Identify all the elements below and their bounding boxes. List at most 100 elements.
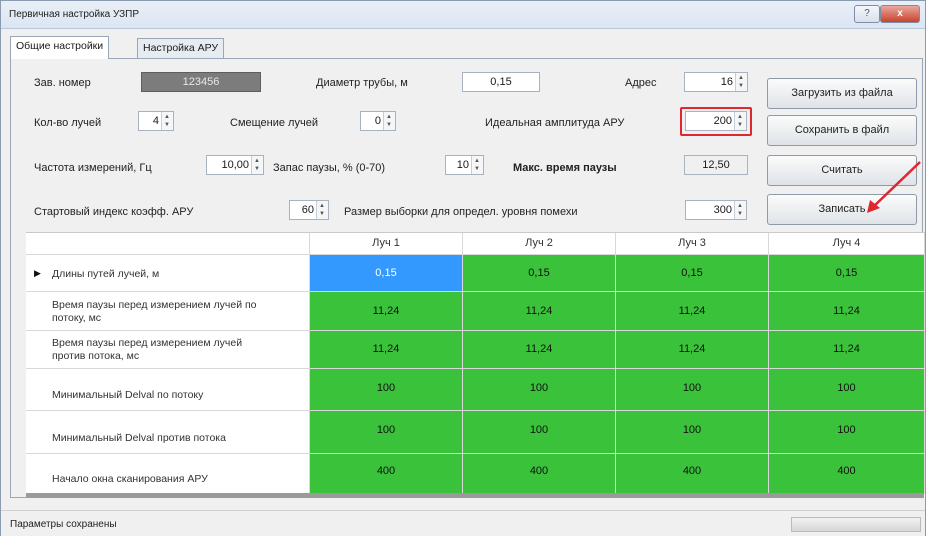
row-label: Время паузы перед измерением лучей проти… — [52, 337, 243, 362]
read-button[interactable]: Считать — [767, 155, 917, 186]
table-cell[interactable]: 11,24 — [616, 292, 769, 331]
freq-spin-buttons[interactable]: ▲ ▼ — [251, 156, 263, 174]
table-cell[interactable]: 11,24 — [310, 292, 463, 331]
table-cell[interactable]: 100 — [463, 369, 616, 411]
spin-down-icon[interactable]: ▼ — [254, 165, 260, 173]
spin-up-icon[interactable]: ▲ — [738, 74, 744, 82]
title-bar: Первичная настройка УЗПР ? x — [1, 1, 925, 29]
sample-size-spin-buttons[interactable]: ▲ ▼ — [734, 201, 746, 219]
spin-up-icon[interactable]: ▲ — [737, 202, 743, 210]
table-cell[interactable]: 100 — [769, 411, 925, 454]
spin-down-icon[interactable]: ▼ — [164, 121, 170, 129]
spin-down-icon[interactable]: ▼ — [474, 165, 480, 173]
offset-spin-buttons[interactable]: ▲ ▼ — [383, 112, 395, 130]
table-cell[interactable]: 100 — [463, 411, 616, 454]
table-cell[interactable]: 400 — [463, 454, 616, 494]
progress-bar — [791, 517, 921, 532]
row-label: Длины путей лучей, м — [52, 268, 160, 280]
table-cell[interactable]: 0,15 — [463, 255, 616, 292]
address-label: Адрес — [625, 77, 657, 89]
spin-down-icon[interactable]: ▼ — [386, 121, 392, 129]
row-header-agc-window-start[interactable]: Начало окна сканирования АРУ — [26, 454, 310, 494]
column-header-beam-2[interactable]: Луч 2 — [463, 233, 616, 255]
pause-reserve-value: 10 — [456, 159, 469, 171]
row-label: Начало окна сканирования АРУ — [52, 473, 208, 485]
current-row-icon: ▶ — [34, 268, 41, 278]
offset-value: 0 — [374, 115, 381, 127]
main-window: Первичная настройка УЗПР ? x Общие настр… — [0, 0, 926, 536]
pause-reserve-spin-buttons[interactable]: ▲ ▼ — [471, 156, 483, 174]
table-cell[interactable]: 0,15 — [769, 255, 925, 292]
freq-value: 10,00 — [221, 159, 249, 171]
row-header-pause-downstream[interactable]: Время паузы перед измерением лучей по по… — [26, 292, 310, 331]
beams-label: Кол-во лучей — [34, 117, 102, 129]
table-cell[interactable]: 100 — [616, 369, 769, 411]
help-button[interactable]: ? — [854, 5, 880, 23]
address-value: 16 — [720, 76, 733, 88]
table-cell[interactable]: 400 — [769, 454, 925, 494]
row-label: Минимальный Delval против потока — [52, 432, 226, 444]
spin-down-icon[interactable]: ▼ — [738, 82, 744, 90]
spin-down-icon[interactable]: ▼ — [319, 210, 325, 218]
spin-up-icon[interactable]: ▲ — [319, 202, 325, 210]
load-from-file-button[interactable]: Загрузить из файла — [767, 78, 917, 109]
row-header-delval-upstream[interactable]: Минимальный Delval против потока — [26, 411, 310, 454]
offset-spinner[interactable]: 0 ▲ ▼ — [360, 111, 396, 131]
start-index-spin-buttons[interactable]: ▲ ▼ — [316, 201, 328, 219]
table-cell[interactable]: 400 — [310, 454, 463, 494]
table-cell[interactable]: 400 — [616, 454, 769, 494]
table-cell[interactable]: 11,24 — [769, 292, 925, 331]
tab-agc-settings[interactable]: Настройка АРУ — [137, 38, 225, 58]
close-button[interactable]: x — [880, 5, 920, 23]
serial-label: Зав. номер — [34, 77, 91, 89]
row-header-delval-downstream[interactable]: Минимальный Delval по потоку — [26, 369, 310, 411]
status-text: Параметры сохранены — [10, 519, 117, 530]
spin-up-icon[interactable]: ▲ — [474, 157, 480, 165]
spin-down-icon[interactable]: ▼ — [737, 210, 743, 218]
beams-spin-buttons[interactable]: ▲ ▼ — [161, 112, 173, 130]
write-button[interactable]: Записать — [767, 194, 917, 225]
table-cell[interactable]: 100 — [310, 369, 463, 411]
start-index-spinner[interactable]: 60 ▲ ▼ — [289, 200, 329, 220]
table-cell[interactable]: 11,24 — [310, 331, 463, 369]
table-cell[interactable]: 0,15 — [310, 255, 463, 292]
table-cell[interactable]: 100 — [769, 369, 925, 411]
highlight-box — [680, 107, 752, 136]
column-header-beam-4[interactable]: Луч 4 — [769, 233, 925, 255]
save-to-file-button[interactable]: Сохранить в файл — [767, 115, 917, 146]
table-cell[interactable]: 0,15 — [616, 255, 769, 292]
serial-field: 123456 — [141, 72, 261, 92]
table-cell[interactable]: 11,24 — [769, 331, 925, 369]
spin-up-icon[interactable]: ▲ — [164, 113, 170, 121]
freq-spinner[interactable]: 10,00 ▲ ▼ — [206, 155, 264, 175]
start-index-label: Стартовый индекс коэфф. АРУ — [34, 206, 194, 218]
beams-spinner[interactable]: 4 ▲ ▼ — [138, 111, 174, 131]
pause-reserve-spinner[interactable]: 10 ▲ ▼ — [445, 155, 484, 175]
diameter-field[interactable]: 0,15 — [462, 72, 540, 92]
spin-up-icon[interactable]: ▲ — [254, 157, 260, 165]
column-header-beam-3[interactable]: Луч 3 — [616, 233, 769, 255]
address-spin-buttons[interactable]: ▲ ▼ — [735, 73, 747, 91]
row-header-path-length[interactable]: ▶ Длины путей лучей, м — [26, 255, 310, 292]
grid-scrollbar[interactable] — [26, 493, 924, 498]
max-pause-label: Макс. время паузы — [513, 162, 617, 174]
spin-up-icon[interactable]: ▲ — [386, 113, 392, 121]
row-header-pause-upstream[interactable]: Время паузы перед измерением лучей проти… — [26, 331, 310, 369]
row-label: Минимальный Delval по потоку — [52, 389, 204, 401]
tab-general-settings[interactable]: Общие настройки — [10, 36, 110, 59]
table-cell[interactable]: 100 — [616, 411, 769, 454]
window-title: Первичная настройка УЗПР — [9, 9, 140, 20]
table-cell[interactable]: 100 — [310, 411, 463, 454]
max-pause-field: 12,50 — [684, 155, 748, 175]
sample-size-label: Размер выборки для определ. уровня помех… — [344, 206, 578, 218]
sample-size-spinner[interactable]: 300 ▲ ▼ — [685, 200, 747, 220]
grid-corner-header — [26, 233, 310, 255]
address-spinner[interactable]: 16 ▲ ▼ — [684, 72, 748, 92]
table-cell[interactable]: 11,24 — [616, 331, 769, 369]
diameter-label: Диаметр трубы, м — [316, 77, 408, 89]
offset-label: Смещение лучей — [230, 117, 318, 129]
column-header-beam-1[interactable]: Луч 1 — [310, 233, 463, 255]
table-cell[interactable]: 11,24 — [463, 331, 616, 369]
table-cell[interactable]: 11,24 — [463, 292, 616, 331]
row-label: Время паузы перед измерением лучей по по… — [52, 299, 257, 324]
